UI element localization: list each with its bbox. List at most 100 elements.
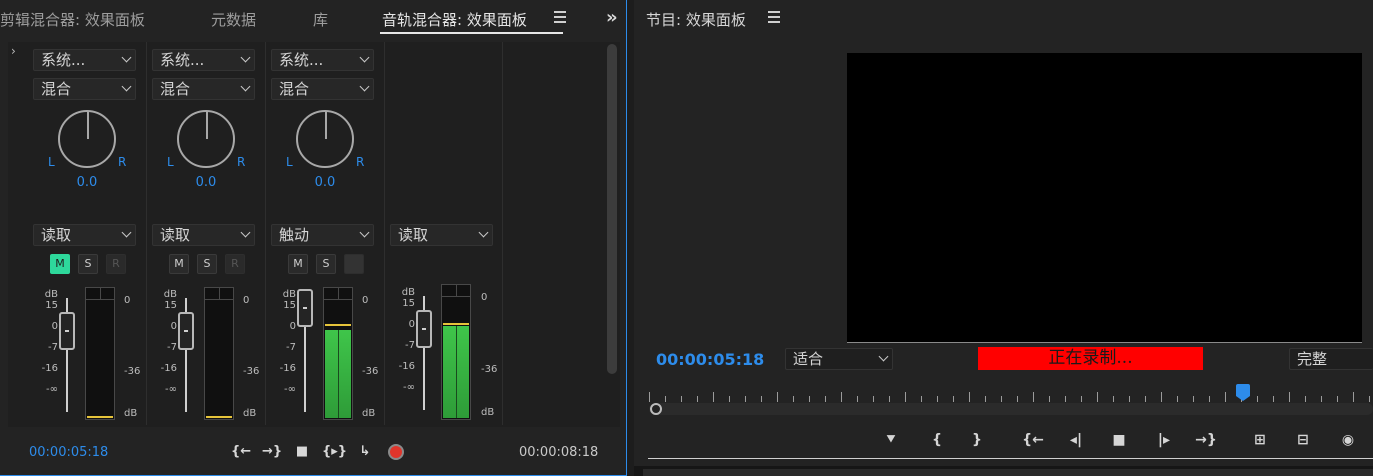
ruler-tick (1113, 396, 1114, 402)
record-icon[interactable] (388, 444, 404, 460)
export-frame-icon[interactable]: ◉ (1337, 431, 1359, 449)
extract-icon[interactable]: ⊟ (1292, 431, 1314, 449)
zoom-bar-handle[interactable] (650, 403, 662, 415)
expand-effects-icon[interactable]: › (11, 44, 16, 58)
panel-tab-bar: 剪辑混合器: 效果面板 元数据 库 音轨混合器: 效果面板 » (0, 0, 626, 38)
strip-divider (384, 42, 385, 425)
ruler-tick (1337, 396, 1338, 402)
playback-resolution-select[interactable]: 完整 (1289, 348, 1373, 370)
solo-button[interactable]: S (197, 254, 217, 274)
recording-status-badge: 正在录制... (978, 347, 1203, 370)
timeline-ruler[interactable] (649, 386, 1373, 402)
overflow-chevron-icon[interactable]: » (606, 7, 618, 28)
tab-libraries[interactable]: 库 (313, 9, 328, 30)
ruler-tick (937, 396, 938, 402)
track-output-select[interactable]: 系统... (271, 49, 374, 71)
stop-icon[interactable]: ■ (292, 443, 312, 461)
playhead[interactable] (1235, 384, 1250, 401)
meter-scale-mid: -36 (124, 366, 141, 377)
master-volume-fader[interactable] (416, 310, 432, 348)
ruler-tick (1273, 396, 1274, 402)
track-mode-select[interactable]: 混合 (271, 78, 374, 100)
go-to-in-icon[interactable]: {← (231, 443, 251, 461)
panel-menu-icon[interactable] (554, 11, 566, 23)
meter-scale-mid: -36 (243, 366, 260, 377)
level-meter (85, 287, 115, 420)
lift-icon[interactable]: ⊞ (1249, 431, 1271, 449)
chevron-down-icon (123, 226, 130, 246)
solo-button[interactable]: S (78, 254, 98, 274)
automation-mode-select[interactable]: 读取 (152, 224, 255, 246)
track-mode-select[interactable]: 混合 (152, 78, 255, 100)
mute-button[interactable]: M (50, 254, 70, 274)
stop-icon[interactable]: ■ (1108, 431, 1130, 449)
pan-value[interactable]: 0.0 (305, 175, 345, 190)
meter-scale-top: 0 (481, 292, 488, 303)
video-preview[interactable] (847, 53, 1362, 343)
meter-scale-unit: dB (243, 408, 257, 419)
automation-mode-select[interactable]: 读取 (33, 224, 136, 246)
automation-mode-select[interactable]: 触动 (271, 224, 374, 246)
mixer-current-timecode[interactable]: 00:00:05:18 (29, 445, 108, 460)
volume-fader[interactable] (297, 289, 313, 327)
pan-knob[interactable] (296, 110, 354, 168)
ruler-tick (1289, 392, 1290, 402)
program-timecode[interactable]: 00:00:05:18 (656, 350, 764, 369)
loop-in-out-icon[interactable]: {▸} (322, 443, 347, 461)
tab-metadata[interactable]: 元数据 (211, 9, 256, 30)
go-to-out-icon[interactable]: →} (262, 443, 282, 461)
step-forward-icon[interactable]: |▸ (1153, 431, 1175, 449)
record-enable-button[interactable] (344, 254, 364, 274)
track-output-select[interactable]: 系统... (33, 49, 136, 71)
db-scale: dB 15 0 -7 -16 -∞ (279, 289, 296, 395)
pan-knob[interactable] (177, 110, 235, 168)
record-enable-button[interactable]: R (225, 254, 245, 274)
mark-out-icon[interactable]: } (966, 431, 988, 449)
strip-divider (502, 42, 503, 425)
step-back-icon[interactable]: ◂| (1065, 431, 1087, 449)
tab-audio-track-mixer[interactable]: 音轨混合器: 效果面板 (382, 9, 527, 30)
pan-right-label: R (237, 155, 246, 169)
ruler-tick (1033, 392, 1034, 402)
transport-divider (648, 458, 1373, 459)
volume-fader[interactable] (178, 312, 194, 350)
master-automation-select[interactable]: 读取 (390, 224, 493, 246)
program-monitor-title[interactable]: 节目: 效果面板 (646, 9, 746, 30)
track-output-select[interactable]: 系统... (152, 49, 255, 71)
loop-icon[interactable]: ↳ (355, 443, 375, 461)
tab-clip-mixer[interactable]: 剪辑混合器: 效果面板 (0, 9, 145, 30)
ruler-tick (1129, 396, 1130, 402)
pan-left-label: L (48, 155, 55, 169)
bottom-panel-tab-area (643, 469, 1373, 476)
go-to-out-icon[interactable]: →} (1195, 431, 1217, 449)
ruler-tick (1193, 396, 1194, 402)
chevron-down-icon (361, 80, 368, 100)
pan-value[interactable]: 0.0 (67, 175, 107, 190)
ruler-tick (649, 392, 650, 402)
strip-divider (265, 42, 266, 425)
ruler-tick (1161, 392, 1162, 402)
solo-button[interactable]: S (316, 254, 336, 274)
ruler-tick (1081, 396, 1082, 402)
db-scale: dB 15 0 -7 -16 -∞ (398, 287, 415, 393)
go-to-in-icon[interactable]: {← (1022, 431, 1044, 449)
add-marker-icon[interactable]: ⯆ (880, 431, 902, 449)
pan-knob[interactable] (58, 110, 116, 168)
ruler-tick (873, 396, 874, 402)
ruler-tick (889, 396, 890, 402)
track-mode-select[interactable]: 混合 (33, 78, 136, 100)
zoom-select[interactable]: 适合 (785, 348, 893, 370)
panel-menu-icon[interactable] (768, 11, 780, 23)
ruler-tick (745, 396, 746, 402)
meter-scale-unit: dB (124, 408, 138, 419)
record-enable-button[interactable]: R (106, 254, 126, 274)
chevron-down-icon (242, 51, 249, 71)
timeline-zoom-bar[interactable] (649, 403, 1373, 415)
mark-in-icon[interactable]: { (926, 431, 948, 449)
mute-button[interactable]: M (169, 254, 189, 274)
pan-value[interactable]: 0.0 (186, 175, 226, 190)
mixer-scrollbar-thumb[interactable] (607, 44, 617, 374)
mute-button[interactable]: M (288, 254, 308, 274)
ruler-tick (1321, 396, 1322, 402)
volume-fader[interactable] (59, 312, 75, 350)
